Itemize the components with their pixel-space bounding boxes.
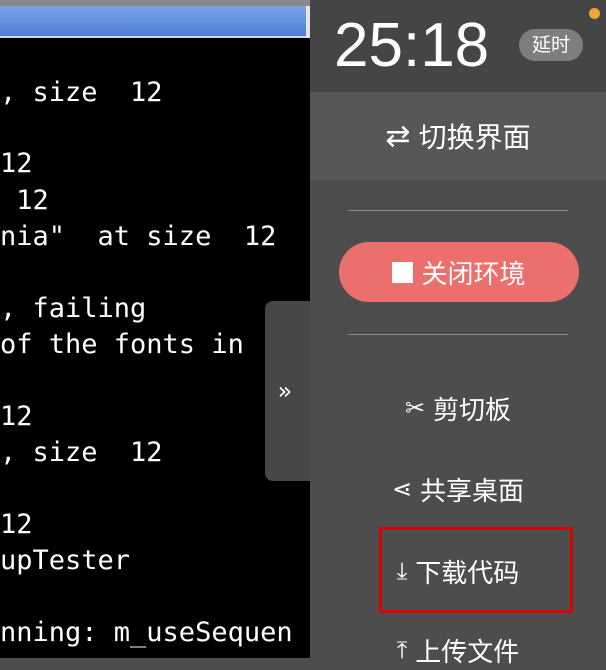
- terminal-line: nning: m_useSequen: [0, 617, 293, 648]
- terminal-line: , size 12: [0, 437, 163, 468]
- clipboard-button[interactable]: ✂ 剪切板: [310, 388, 606, 428]
- close-environment-button[interactable]: 关闭环境: [339, 242, 579, 302]
- swap-arrows-icon: ⇄: [385, 118, 411, 154]
- countdown-timer: 25:18: [334, 11, 490, 80]
- terminal-line: 12: [0, 401, 33, 432]
- double-chevron-right-icon: »: [277, 377, 293, 405]
- close-environment-label: 关闭环境: [421, 259, 526, 290]
- status-dot: [589, 8, 600, 19]
- collapse-panel-handle[interactable]: »: [265, 301, 311, 481]
- delay-button[interactable]: 延时: [519, 29, 583, 61]
- terminal-line: of the fonts in: [0, 329, 244, 360]
- switch-interface-button[interactable]: ⇄ 切换界面: [310, 92, 606, 180]
- terminal-line: upTester: [0, 545, 131, 576]
- clipboard-label: 剪切板: [433, 395, 512, 426]
- terminal-line: 12: [0, 509, 33, 540]
- share-desktop-button[interactable]: ⋖ 共享桌面: [310, 469, 606, 509]
- share-icon: ⋖: [391, 475, 413, 503]
- terminal-window[interactable]: , size 12 12 12 nia" at size 12 , failin…: [0, 0, 310, 658]
- highlight-box: [379, 527, 573, 613]
- share-desktop-label: 共享桌面: [420, 476, 525, 507]
- terminal-line: 12: [0, 148, 33, 179]
- terminal-line: nia" at size 12: [0, 221, 277, 252]
- control-panel: 25:18 延时 ⇄ 切换界面 关闭环境 ✂ 剪切板 ⋖ 共享桌面 ⤓ 下载代码…: [310, 0, 606, 668]
- stop-square-icon: [392, 261, 414, 283]
- terminal-title-bar[interactable]: [0, 6, 306, 38]
- switch-interface-label: 切换界面: [418, 121, 531, 154]
- scissors-icon: ✂: [404, 394, 426, 422]
- terminal-line: , failing: [0, 293, 147, 324]
- terminal-line: 12: [0, 185, 49, 216]
- upload-icon: ⤒: [396, 636, 408, 664]
- timer-area: 25:18 延时: [310, 0, 606, 92]
- terminal-line: , size 12: [0, 77, 163, 108]
- upload-file-button[interactable]: ⤒ 上传文件: [310, 630, 606, 670]
- upload-file-label: 上传文件: [415, 637, 520, 668]
- divider: [348, 334, 568, 335]
- divider: [348, 210, 568, 211]
